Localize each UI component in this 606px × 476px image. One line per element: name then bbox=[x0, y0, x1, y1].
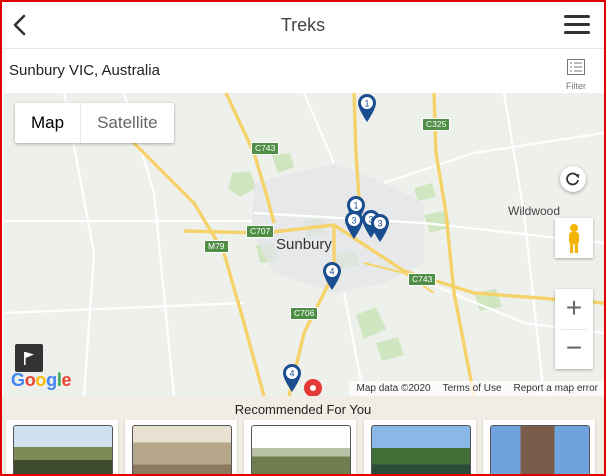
map-pin-icon: 1 bbox=[358, 94, 376, 122]
map-view[interactable]: Sunbury Wildwood C325 C743 C707 M79 C743… bbox=[4, 93, 604, 396]
recommended-card[interactable] bbox=[6, 420, 118, 474]
current-location-pin-icon[interactable] bbox=[302, 377, 324, 396]
recommended-card[interactable] bbox=[483, 420, 595, 474]
hamburger-icon-line bbox=[564, 31, 590, 34]
menu-button[interactable] bbox=[564, 15, 590, 35]
top-app-bar: Treks bbox=[2, 2, 604, 49]
marker-count: 1 bbox=[364, 99, 369, 109]
trek-marker[interactable]: 4 bbox=[281, 363, 303, 393]
location-text[interactable]: Sunbury VIC, Australia bbox=[9, 62, 160, 79]
recommended-card[interactable] bbox=[364, 420, 476, 474]
trek-marker[interactable]: 4 bbox=[321, 261, 343, 291]
recommended-card[interactable] bbox=[244, 420, 356, 474]
map-type-map[interactable]: Map bbox=[15, 103, 82, 143]
hamburger-icon-line bbox=[564, 15, 590, 18]
page-title: Treks bbox=[280, 15, 326, 35]
marker-count: 3 bbox=[351, 216, 356, 226]
flag-icon bbox=[24, 352, 34, 365]
marker-count: 4 bbox=[289, 369, 294, 379]
trek-photo bbox=[371, 425, 471, 474]
map-data-text: Map data ©2020 bbox=[356, 383, 431, 394]
road-shield: C706 bbox=[290, 307, 319, 320]
trek-marker[interactable]: 1 bbox=[356, 93, 378, 123]
trek-photo bbox=[251, 425, 351, 474]
zoom-divider bbox=[561, 329, 587, 330]
map-type-satellite[interactable]: Satellite bbox=[81, 103, 173, 143]
google-logo: Google bbox=[11, 370, 72, 390]
location-bar: Sunbury VIC, Australia Filter bbox=[2, 49, 604, 93]
report-flag-button[interactable] bbox=[15, 344, 43, 372]
place-label-wildwood: Wildwood bbox=[508, 204, 561, 218]
road-shield: C743 bbox=[251, 142, 280, 155]
recommended-title: Recommended For You bbox=[234, 402, 372, 417]
map-pin-icon: 4 bbox=[323, 262, 341, 290]
rotate-icon bbox=[566, 172, 580, 186]
map-pin-icon: 4 bbox=[283, 364, 301, 392]
recommended-card[interactable] bbox=[125, 420, 237, 474]
filter-label: Filter bbox=[566, 81, 586, 91]
app-frame: Treks Sunbury VIC, Australia Filter Sunb… bbox=[0, 0, 606, 476]
zoom-control: + − bbox=[555, 289, 593, 369]
report-error-link[interactable]: Report a map error bbox=[514, 381, 598, 396]
hamburger-icon-line bbox=[564, 23, 590, 26]
filter-list-icon bbox=[567, 59, 585, 75]
trek-photo bbox=[13, 425, 113, 474]
map-attribution: Map data ©2020 Terms of Use Report a map… bbox=[348, 381, 604, 396]
map-pin-icon: 3 bbox=[371, 214, 389, 242]
terms-link[interactable]: Terms of Use bbox=[443, 381, 502, 396]
recommended-section: Recommended For You bbox=[2, 396, 604, 474]
rotate-map-button[interactable] bbox=[560, 166, 586, 192]
zoom-out-button[interactable]: − bbox=[555, 329, 593, 369]
trek-photo bbox=[132, 425, 232, 474]
marker-count: 1 bbox=[353, 201, 358, 211]
road-shield: M79 bbox=[204, 240, 229, 253]
pegman-icon bbox=[569, 224, 579, 253]
trek-photo bbox=[490, 425, 590, 474]
street-view-button[interactable] bbox=[555, 218, 593, 258]
road-shield: C707 bbox=[246, 225, 275, 238]
trek-marker[interactable]: 3 bbox=[369, 213, 391, 243]
filter-button[interactable]: Filter bbox=[562, 59, 590, 91]
zoom-in-button[interactable]: + bbox=[555, 289, 593, 329]
road-shield: C325 bbox=[422, 118, 451, 131]
map-type-control: Map Satellite bbox=[15, 103, 174, 143]
place-label-sunbury: Sunbury bbox=[276, 236, 332, 253]
marker-count: 4 bbox=[329, 267, 334, 277]
marker-count: 3 bbox=[377, 219, 382, 229]
road-shield: C743 bbox=[408, 273, 437, 286]
